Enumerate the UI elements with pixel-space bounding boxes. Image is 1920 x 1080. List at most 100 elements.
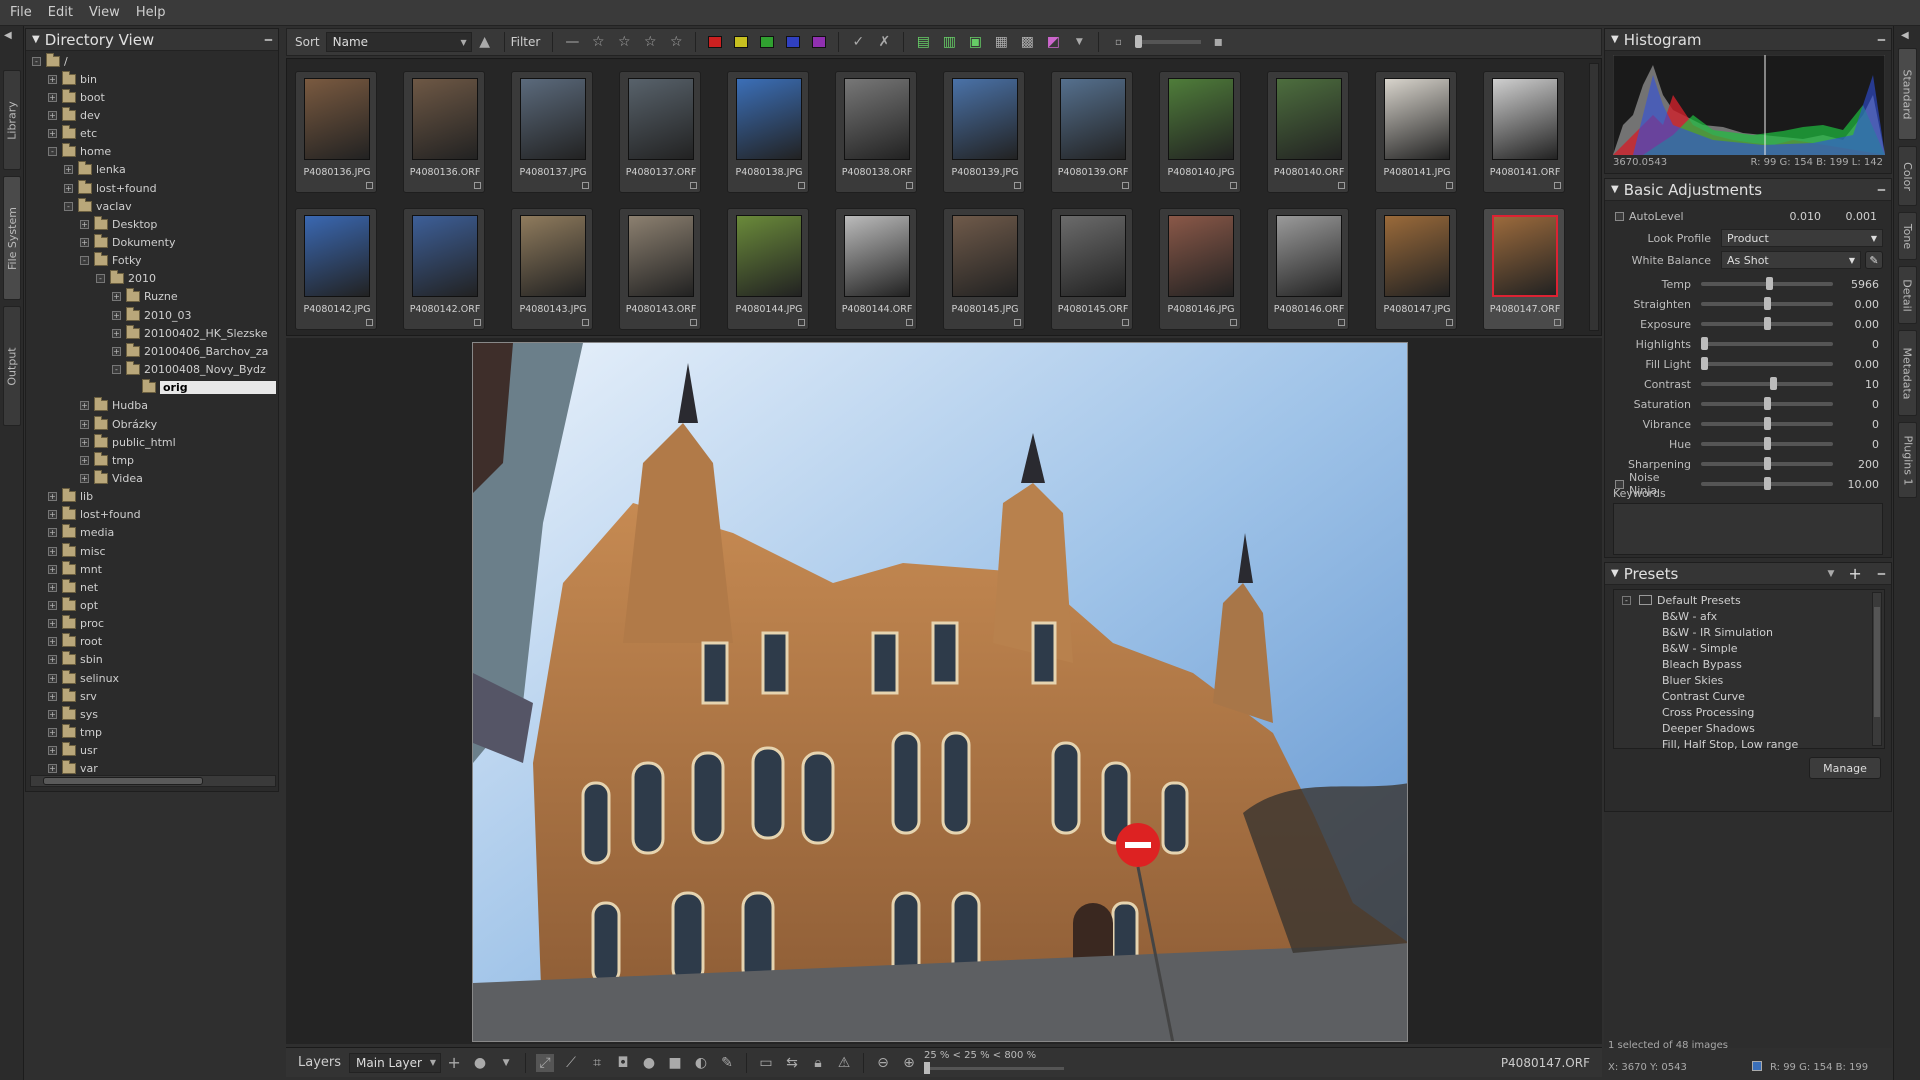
- thumbnail-size-slider[interactable]: [1135, 35, 1202, 48]
- adjustment-slider[interactable]: [1701, 457, 1833, 470]
- lock-icon[interactable]: 🔒︎: [809, 1054, 827, 1072]
- preset-item[interactable]: Bluer Skies: [1632, 672, 1868, 688]
- chevron-down-icon[interactable]: ▼: [1070, 33, 1088, 51]
- autolevel-value-1[interactable]: 0.010: [1749, 210, 1822, 223]
- view-split-icon[interactable]: ▥: [940, 33, 958, 51]
- expand-tree-icon[interactable]: +: [80, 419, 89, 429]
- collapse-triangle-icon[interactable]: ▼: [1611, 568, 1619, 579]
- thumbnail[interactable]: P4080147.ORF: [1483, 208, 1565, 330]
- adjustment-slider[interactable]: [1701, 317, 1833, 330]
- scrollbar-thumb[interactable]: [43, 777, 203, 785]
- undock-icon[interactable]: ━: [265, 33, 272, 47]
- expand-tree-icon[interactable]: +: [48, 582, 57, 592]
- keywords-field[interactable]: [1613, 503, 1883, 555]
- adjustment-slider[interactable]: [1701, 277, 1833, 290]
- slider-value[interactable]: 0.00: [1839, 318, 1880, 331]
- color-label-filter-5[interactable]: [812, 36, 827, 48]
- slider-knob[interactable]: [1763, 477, 1771, 490]
- thumb-small-icon[interactable]: ▫: [1109, 33, 1127, 51]
- tree-node[interactable]: + tmp: [80, 451, 134, 468]
- adjustment-slider[interactable]: [1701, 357, 1833, 370]
- tree-node[interactable]: - vaclav: [64, 197, 132, 214]
- zoom-out-icon[interactable]: ⊖: [874, 1054, 892, 1072]
- expand-tree-icon[interactable]: +: [48, 510, 57, 520]
- thumbnail[interactable]: P4080142.ORF: [403, 208, 485, 330]
- slider-value[interactable]: 0: [1839, 418, 1879, 431]
- tree-node[interactable]: + lenka: [64, 161, 126, 178]
- collapse-tree-icon[interactable]: -: [48, 147, 57, 157]
- preset-item[interactable]: B&W - Simple: [1632, 640, 1868, 656]
- preset-item[interactable]: B&W - IR Simulation: [1632, 624, 1868, 640]
- fit-to-screen-icon[interactable]: ⤢: [536, 1053, 555, 1072]
- preset-item[interactable]: Bleach Bypass: [1632, 656, 1868, 672]
- white-balance-select[interactable]: As Shot ▼: [1721, 251, 1861, 269]
- thumbnail[interactable]: P4080141.ORF: [1483, 71, 1565, 193]
- expand-tree-icon[interactable]: +: [48, 691, 57, 701]
- reject-icon[interactable]: ✗: [875, 33, 893, 51]
- thumbnail-scrollbar[interactable]: [1589, 63, 1599, 331]
- gradient-tool-icon[interactable]: ◐: [692, 1054, 710, 1072]
- slider-knob[interactable]: [1701, 337, 1708, 350]
- tree-node[interactable]: + bin: [48, 70, 97, 87]
- expand-tree-icon[interactable]: +: [48, 92, 57, 102]
- menu-view[interactable]: View: [89, 5, 120, 20]
- slider-knob[interactable]: [1763, 417, 1771, 430]
- tree-node[interactable]: + Videa: [80, 469, 143, 486]
- rating-none-icon[interactable]: —: [563, 33, 581, 51]
- slider-value[interactable]: 0.00: [1839, 358, 1880, 371]
- expand-tree-icon[interactable]: +: [64, 183, 73, 193]
- tree-node[interactable]: + media: [48, 524, 114, 541]
- collapse-triangle-icon[interactable]: ▼: [32, 34, 40, 45]
- thumbnail[interactable]: P4080143.ORF: [619, 208, 701, 330]
- expand-tree-icon[interactable]: +: [80, 437, 89, 447]
- tab-file-system[interactable]: File System: [3, 176, 21, 300]
- tab-output[interactable]: Output: [3, 306, 21, 426]
- crop-tool-icon[interactable]: ⌗: [588, 1054, 606, 1072]
- tree-node[interactable]: + usr: [48, 742, 97, 759]
- slider-value[interactable]: 10: [1839, 378, 1879, 391]
- color-label-filter-3[interactable]: [760, 36, 775, 48]
- expand-tree-icon[interactable]: +: [48, 655, 57, 665]
- thumbnail[interactable]: P4080140.ORF: [1267, 71, 1349, 193]
- warning-icon[interactable]: ⚠: [835, 1054, 853, 1072]
- collapse-left-icon[interactable]: ◀: [4, 30, 12, 41]
- color-label-filter-1[interactable]: [708, 36, 723, 48]
- layer-mode-icon[interactable]: ●: [471, 1054, 489, 1072]
- tree-node[interactable]: + misc: [48, 542, 106, 559]
- tab-plugins-1[interactable]: Plugins 1: [1898, 422, 1917, 498]
- expand-tree-icon[interactable]: +: [80, 401, 89, 411]
- color-picker-icon[interactable]: ✎: [718, 1054, 736, 1072]
- tab-standard[interactable]: Standard: [1898, 48, 1917, 140]
- zoom-slider[interactable]: [924, 1061, 1065, 1074]
- expand-tree-icon[interactable]: +: [48, 110, 57, 120]
- tree-node[interactable]: + Ruzne: [112, 288, 178, 305]
- expand-tree-icon[interactable]: +: [80, 473, 89, 483]
- tree-node[interactable]: + var: [48, 760, 98, 775]
- expand-tree-icon[interactable]: +: [80, 455, 89, 465]
- main-photo[interactable]: [472, 342, 1408, 1042]
- preset-item[interactable]: Fill, Half Stop, Low range: [1632, 736, 1868, 752]
- tree-node[interactable]: + dev: [48, 106, 100, 123]
- expand-tree-icon[interactable]: +: [48, 492, 57, 502]
- collapse-tree-icon[interactable]: -: [80, 256, 89, 266]
- scrollbar-thumb[interactable]: [1874, 607, 1880, 717]
- tree-node[interactable]: + root: [48, 633, 102, 650]
- tab-metadata[interactable]: Metadata: [1898, 330, 1917, 416]
- slider-knob[interactable]: [1763, 317, 1771, 330]
- tree-node[interactable]: + Dokumenty: [80, 234, 175, 251]
- collapse-tree-icon[interactable]: -: [32, 56, 41, 66]
- directory-view-header[interactable]: ▼ Directory View ━: [26, 29, 278, 51]
- straighten-tool-icon[interactable]: ⟋: [562, 1054, 580, 1072]
- thumbnail[interactable]: P4080140.JPG: [1159, 71, 1241, 193]
- slider-knob[interactable]: [1763, 437, 1771, 450]
- preset-item[interactable]: Cross Processing: [1632, 704, 1868, 720]
- preset-item[interactable]: Contrast Curve: [1632, 688, 1868, 704]
- spot-tool-icon[interactable]: ●: [640, 1054, 658, 1072]
- view-strip-icon[interactable]: ▤: [914, 33, 932, 51]
- slider-knob[interactable]: [1769, 377, 1777, 390]
- slider-knob[interactable]: [924, 1061, 931, 1074]
- thumbnail[interactable]: P4080136.JPG: [295, 71, 377, 193]
- thumbnail[interactable]: P4080139.ORF: [1051, 71, 1133, 193]
- thumbnail[interactable]: P4080146.ORF: [1267, 208, 1349, 330]
- tree-node[interactable]: orig: [128, 379, 276, 396]
